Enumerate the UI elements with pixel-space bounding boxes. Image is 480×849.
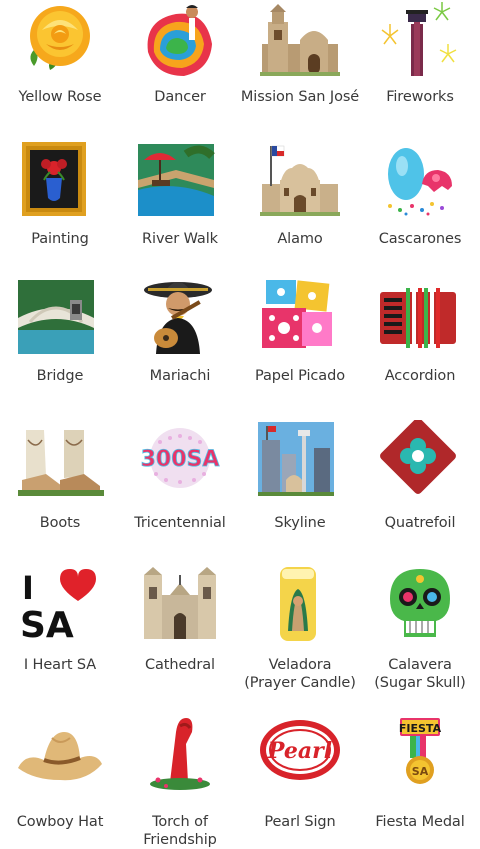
emoji-label: Accordion xyxy=(354,367,480,385)
emoji-label-text: Quatrefoil xyxy=(384,515,456,531)
accordion-icon xyxy=(360,278,480,358)
svg-text:FIESTA: FIESTA xyxy=(399,722,442,735)
calavera-icon xyxy=(360,565,480,645)
emoji-label: Pearl Sign xyxy=(234,813,366,831)
emoji-label-text: Calavera xyxy=(388,657,452,673)
emoji-label-text: River Walk xyxy=(142,231,218,247)
emoji-label: Cathedral xyxy=(114,656,246,674)
emoji-label-text: Pearl Sign xyxy=(264,814,336,830)
emoji-label-text: Torch of Friendship xyxy=(143,814,217,848)
svg-text:I: I xyxy=(22,569,34,607)
emoji-label: Skyline xyxy=(234,514,366,532)
emoji-label-text: Papel Picado xyxy=(255,368,345,384)
emoji-label-text: Cowboy Hat xyxy=(16,814,104,830)
emoji-label: Fiesta Medal xyxy=(354,813,480,831)
emoji-grid: Yellow Rose Dancer Mission San José Fire… xyxy=(0,0,480,848)
papel-picado-icon xyxy=(240,278,360,358)
emoji-label: Torch of Friendship xyxy=(114,813,246,849)
svg-text:300SA: 300SA xyxy=(141,447,220,472)
emoji-label-text: Boots xyxy=(39,515,81,531)
emoji-label-text: Mariachi xyxy=(149,368,211,384)
emoji-label-text: Painting xyxy=(31,231,89,247)
emoji-label: Painting xyxy=(0,230,126,248)
cowboy-hat-icon xyxy=(0,712,120,792)
emoji-label-text: Veladora xyxy=(268,657,332,673)
emoji-label-subtext: (Prayer Candle) xyxy=(244,675,356,691)
emoji-label: Fireworks xyxy=(354,88,480,106)
emoji-label-text: Dancer xyxy=(154,89,206,105)
skyline-icon xyxy=(240,420,360,500)
emoji-label: River Walk xyxy=(114,230,246,248)
emoji-label: Alamo xyxy=(234,230,366,248)
emoji-label: I Heart SA xyxy=(0,656,126,674)
emoji-label: Tricentennial xyxy=(114,514,246,532)
emoji-label-text: Yellow Rose xyxy=(18,89,102,105)
emoji-label-text: Alamo xyxy=(277,231,323,247)
emoji-label: Quatrefoil xyxy=(354,514,480,532)
fireworks-icon xyxy=(360,0,480,80)
emoji-label: Calavera (Sugar Skull) xyxy=(354,656,480,692)
emoji-label-text: Bridge xyxy=(36,368,84,384)
yellow-rose-icon xyxy=(0,0,120,80)
emoji-label: Yellow Rose xyxy=(0,88,126,106)
mariachi-icon xyxy=(120,278,240,358)
painting-icon xyxy=(0,140,120,220)
cascarones-icon xyxy=(360,140,480,220)
dancer-icon xyxy=(120,0,240,80)
tricentennial-icon: 300SA xyxy=(120,420,240,500)
mission-san-jose-icon xyxy=(240,0,360,80)
pearl-sign-icon: Pearl xyxy=(240,712,360,792)
emoji-label-text: Accordion xyxy=(384,368,456,384)
emoji-label-text: Fiesta Medal xyxy=(375,814,465,830)
emoji-label: Mission San José xyxy=(234,88,366,106)
svg-text:SA: SA xyxy=(412,765,429,778)
emoji-label: Mariachi xyxy=(114,367,246,385)
quatrefoil-icon xyxy=(360,420,480,500)
river-walk-icon xyxy=(120,140,240,220)
emoji-label-text: Skyline xyxy=(274,515,326,531)
torch-of-friendship-icon xyxy=(120,712,240,792)
cathedral-icon xyxy=(120,565,240,645)
alamo-icon xyxy=(240,140,360,220)
svg-text:SA: SA xyxy=(20,605,74,645)
emoji-label-text: Tricentennial xyxy=(134,515,226,531)
emoji-label-text: Cascarones xyxy=(378,231,462,247)
bridge-icon xyxy=(0,278,120,358)
emoji-label-text: Fireworks xyxy=(386,89,454,105)
emoji-label: Cowboy Hat xyxy=(0,813,126,831)
emoji-label-subtext: (Sugar Skull) xyxy=(374,675,466,691)
emoji-label: Dancer xyxy=(114,88,246,106)
svg-text:Pearl: Pearl xyxy=(267,738,332,764)
emoji-label: Cascarones xyxy=(354,230,480,248)
veladora-icon xyxy=(240,565,360,645)
emoji-label: Veladora (Prayer Candle) xyxy=(234,656,366,692)
fiesta-medal-icon: FIESTA SA xyxy=(360,712,480,792)
emoji-label-text: Cathedral xyxy=(145,657,215,673)
boots-icon xyxy=(0,420,120,500)
emoji-label: Bridge xyxy=(0,367,126,385)
emoji-label-text: Mission San José xyxy=(240,89,360,105)
emoji-label: Papel Picado xyxy=(234,367,366,385)
i-heart-sa-icon: I SA xyxy=(0,565,120,645)
emoji-label-text: I Heart SA xyxy=(23,657,97,673)
emoji-label: Boots xyxy=(0,514,126,532)
